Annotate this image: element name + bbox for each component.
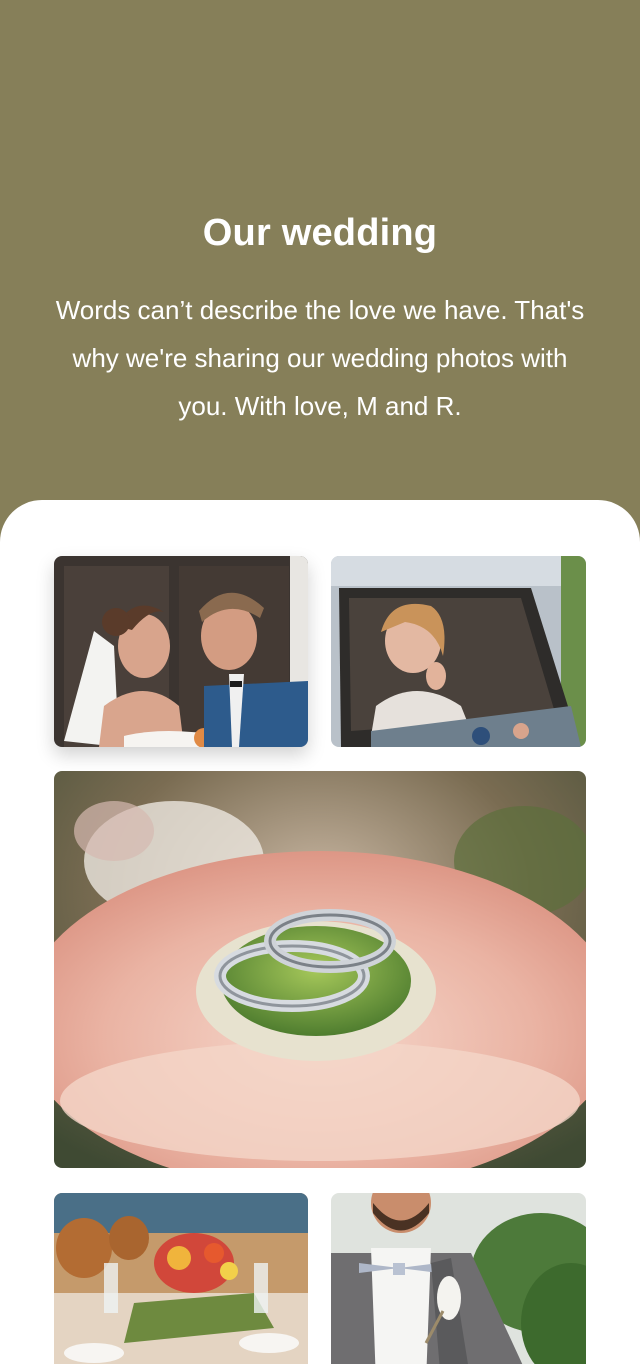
table-setting-photo[interactable]	[54, 1193, 308, 1364]
hero-description: Words can’t describe the love we have. T…	[55, 295, 585, 421]
couple-portrait-photo[interactable]	[54, 556, 308, 747]
photo-gallery	[0, 500, 640, 1364]
rings-on-flower-photo[interactable]	[54, 771, 586, 1168]
hero-section: Our wedding Words can’t describe the lov…	[0, 0, 640, 520]
bride-in-car-photo[interactable]	[331, 556, 586, 747]
page-title: Our wedding	[202, 212, 438, 254]
groom-boutonniere-photo[interactable]	[331, 1193, 586, 1364]
